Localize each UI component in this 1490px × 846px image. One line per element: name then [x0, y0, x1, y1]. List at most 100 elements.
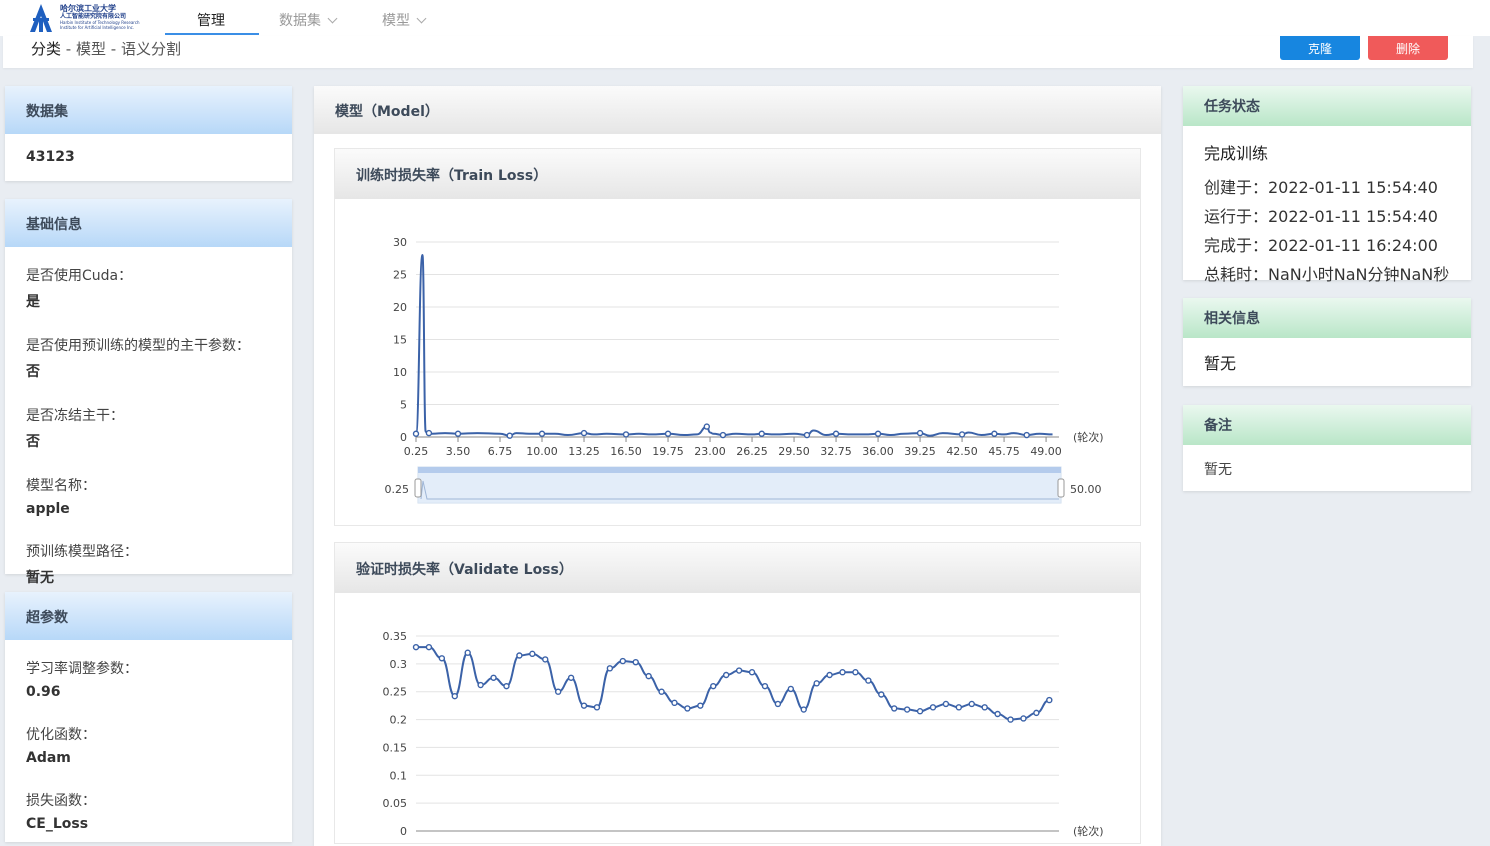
- nav-tab-manage[interactable]: 管理: [197, 10, 225, 30]
- logo[interactable]: 哈尔滨工业大学 人工智能研究院有限公司 Harbin Institute of …: [28, 2, 140, 34]
- x-tick-label: 3.50: [446, 445, 471, 458]
- data-point: [622, 431, 630, 438]
- x-tick-label: 16.50: [610, 445, 642, 458]
- data-point: [454, 430, 462, 437]
- basic-info-card: 基础信息 是否使用Cuda： 是 是否使用预训练的模型的主干参数： 否 是否冻结…: [5, 199, 292, 586]
- task-status-card: 任务状态 完成训练 创建于：2022-01-11 15:54:40 运行于：20…: [1183, 86, 1471, 284]
- optimizer-value: Adam: [26, 750, 71, 766]
- x-axis-label: (轮次): [1073, 430, 1104, 444]
- card-title: 基础信息: [5, 199, 292, 247]
- zoom-handle-left[interactable]: [414, 478, 422, 498]
- zoom-handle-right[interactable]: [1057, 478, 1065, 498]
- data-point: [538, 430, 546, 437]
- data-point: [438, 655, 446, 662]
- series-line: [415, 646, 1050, 721]
- y-tick-label: 20: [393, 301, 407, 314]
- data-point: [719, 431, 727, 439]
- card-title: 相关信息: [1183, 298, 1471, 338]
- data-point: [516, 652, 523, 659]
- logo-line2: 人工智能研究院有限公司: [60, 13, 127, 20]
- y-tick-label: 0.35: [383, 630, 408, 643]
- x-tick-label: 45.75: [988, 445, 1020, 458]
- loss-function-label: 损失函数：: [26, 793, 96, 809]
- data-point: [758, 430, 765, 437]
- y-tick-label: 0.3: [390, 658, 408, 671]
- pretrained-path-value: 暂无: [26, 570, 54, 586]
- val-loss-panel: 验证时损失率（Validate Loss） 0 0.05 0.1 0.15 0.2 0.2…: [334, 542, 1141, 844]
- x-tick-label: 23.00: [694, 445, 726, 458]
- y-tick-label: 25: [393, 269, 407, 282]
- data-point: [774, 700, 782, 708]
- y-tick-label: 0: [400, 825, 407, 838]
- breadcrumb-separator: -: [61, 40, 76, 58]
- x-tick-label: 6.75: [488, 445, 513, 458]
- breadcrumb-root[interactable]: 分类: [31, 40, 61, 58]
- data-point: [874, 430, 882, 437]
- pretrained-backbone-label: 是否使用预训练的模型的主干参数：: [26, 338, 250, 354]
- data-point: [839, 669, 846, 676]
- data-point: [832, 430, 840, 437]
- nav-tab-label: 模型: [382, 13, 410, 29]
- data-point: [490, 674, 497, 681]
- dataset-card: 数据集 43123: [5, 86, 292, 181]
- chart-title: 验证时损失率（Validate Loss）: [335, 543, 1140, 593]
- data-point: [735, 667, 743, 674]
- nav-tab-dataset[interactable]: 数据集: [279, 10, 338, 30]
- data-point: [800, 706, 807, 713]
- series-line: [415, 253, 1053, 437]
- pretrained-path-label: 预训练模型路径：: [26, 544, 138, 560]
- y-tick-label: 0.25: [383, 686, 408, 699]
- data-point: [619, 657, 626, 665]
- lr-decay-value: 0.96: [26, 684, 61, 700]
- data-point: [761, 682, 769, 690]
- train-loss-chart: 0 5 10 15 20 25 30 0.25 3.50 6.75 10.00 13.25 16.50 1…: [385, 236, 1104, 504]
- data-point: [1020, 715, 1027, 722]
- card-title: 模型（Model）: [314, 86, 1161, 134]
- data-point: [554, 688, 562, 695]
- y-tick-label: 10: [393, 366, 407, 379]
- related-info-card: 相关信息 暂无: [1183, 298, 1471, 386]
- x-tick-label: 19.75: [652, 445, 684, 458]
- logo-line1: 哈尔滨工业大学: [60, 4, 116, 13]
- data-point: [968, 700, 975, 708]
- data-point: [412, 643, 420, 651]
- data-point: [1033, 709, 1040, 717]
- data-point: [991, 430, 998, 437]
- chart-title: 训练时损失率（Train Loss）: [335, 149, 1140, 199]
- delete-button[interactable]: 删除: [1368, 36, 1448, 60]
- card-title: 备注: [1183, 405, 1471, 445]
- data-point: [703, 423, 711, 430]
- main-nav: 管理 数据集 模型: [165, 0, 450, 37]
- logo-icon: [30, 4, 52, 32]
- data-point: [464, 649, 471, 656]
- data-point: [580, 429, 588, 437]
- data-point: [826, 671, 833, 679]
- card-title: 任务状态: [1183, 86, 1471, 126]
- data-point: [412, 430, 420, 437]
- nav-tab-label: 数据集: [279, 13, 321, 29]
- clone-button[interactable]: 克隆: [1280, 36, 1360, 60]
- lr-decay-label: 学习率调整参数：: [26, 661, 138, 677]
- data-point: [645, 672, 652, 680]
- data-point: [803, 431, 811, 439]
- data-point: [451, 692, 458, 700]
- y-tick-label: 30: [393, 236, 407, 249]
- train-loss-panel: 训练时损失率（Train Loss） 0 5 10 15 20 25 30 0.25 3.50 6…: [334, 148, 1141, 526]
- data-point: [529, 650, 536, 658]
- data-point: [697, 702, 704, 709]
- optimizer-label: 优化函数：: [26, 727, 96, 743]
- x-tick-label: 26.25: [736, 445, 768, 458]
- x-tick-label: 32.75: [820, 445, 852, 458]
- dataset-id: 43123: [26, 149, 75, 165]
- data-point: [958, 431, 966, 438]
- breadcrumb-mid[interactable]: 模型: [76, 40, 106, 58]
- pretrained-backbone-value: 否: [26, 364, 40, 380]
- nav-tab-model[interactable]: 模型: [382, 10, 427, 30]
- zoom-top-bar: [418, 467, 1061, 473]
- x-tick-label: 0.25: [404, 445, 429, 458]
- y-tick-label: 15: [393, 334, 407, 347]
- x-tick-label: 36.00: [862, 445, 894, 458]
- freeze-backbone-label: 是否冻结主干：: [26, 408, 124, 424]
- breadcrumb-leaf: 语义分割: [120, 40, 181, 58]
- page-header: 分类 - 模型 - 语义分割: [3, 36, 1473, 68]
